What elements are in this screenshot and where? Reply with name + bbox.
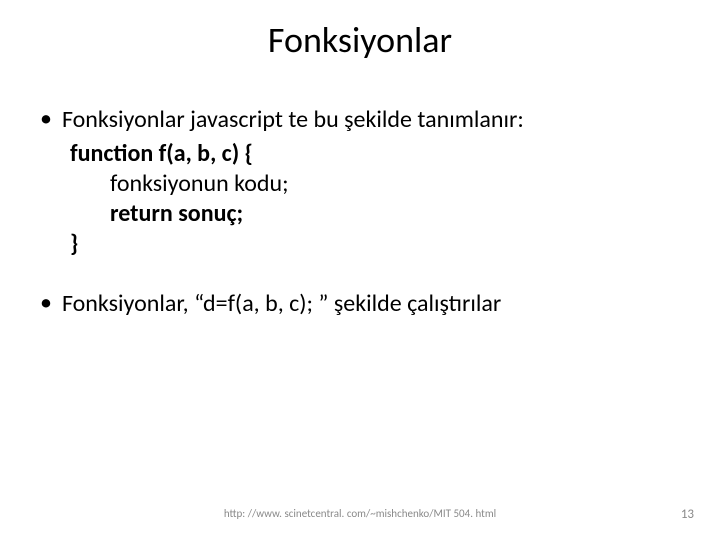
footer-url: http: //www. scinetcentral. com/~mishche… xyxy=(0,507,720,520)
bullet-dot-icon: • xyxy=(40,289,52,318)
slide-body: • Fonksiyonlar javascript te bu şekilde … xyxy=(40,105,680,323)
bullet-text: Fonksiyonlar javascript te bu şekilde ta… xyxy=(62,105,680,135)
page-number: 13 xyxy=(681,507,694,522)
code-line: function f(a, b, c) { xyxy=(70,139,680,169)
code-line: } xyxy=(70,229,680,259)
code-line: return sonuç; xyxy=(70,199,680,229)
bullet-text: Fonksiyonlar, “d=f(a, b, c); ” şekilde ç… xyxy=(62,289,680,319)
bullet-item: • Fonksiyonlar javascript te bu şekilde … xyxy=(40,105,680,135)
code-block: function f(a, b, c) { fonksiyonun kodu; … xyxy=(70,139,680,259)
code-line: fonksiyonun kodu; xyxy=(70,169,680,199)
bullet-item: • Fonksiyonlar, “d=f(a, b, c); ” şekilde… xyxy=(40,289,680,319)
slide: Fonksiyonlar • Fonksiyonlar javascript t… xyxy=(0,0,720,540)
slide-title: Fonksiyonlar xyxy=(0,18,720,62)
bullet-dot-icon: • xyxy=(40,105,52,134)
